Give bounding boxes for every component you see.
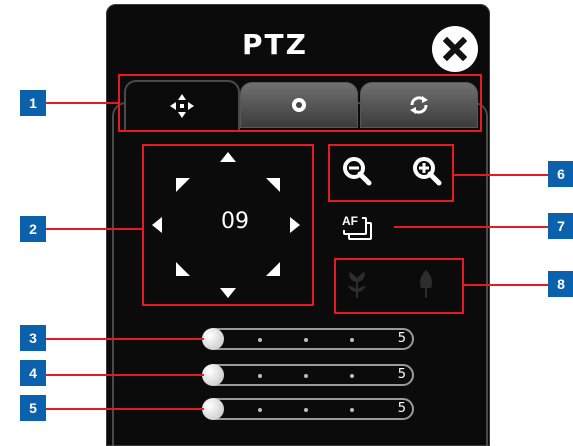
leader-line-2 bbox=[46, 228, 142, 230]
autofocus-button[interactable]: AF bbox=[338, 212, 378, 242]
speed-slider-3[interactable]: 5 bbox=[202, 398, 414, 420]
close-icon bbox=[443, 37, 467, 61]
slider-value: 5 bbox=[397, 331, 406, 346]
leader-line-3 bbox=[46, 338, 204, 340]
callout-badge-5: 5 bbox=[20, 395, 46, 421]
callout-badge-6: 6 bbox=[548, 161, 573, 187]
callout-badge-4: 4 bbox=[20, 360, 46, 386]
speed-slider-2[interactable]: 5 bbox=[202, 364, 414, 386]
slider-tick bbox=[350, 408, 354, 412]
slider-tick bbox=[258, 408, 262, 412]
leader-line-6 bbox=[454, 174, 548, 176]
panel-title: PTZ bbox=[242, 28, 308, 61]
callout-box-zoom bbox=[328, 144, 454, 202]
callout-box-focus bbox=[334, 258, 464, 314]
callout-badge-2: 2 bbox=[20, 216, 46, 242]
close-button[interactable] bbox=[432, 26, 478, 72]
slider-value: 5 bbox=[397, 401, 406, 416]
callout-badge-1: 1 bbox=[20, 90, 46, 116]
slider-knob[interactable] bbox=[202, 398, 224, 420]
callout-badge-8: 8 bbox=[548, 271, 573, 297]
slider-knob[interactable] bbox=[202, 364, 224, 386]
slider-tick bbox=[258, 374, 262, 378]
speed-slider-1[interactable]: 5 bbox=[202, 328, 414, 350]
leader-line-8 bbox=[464, 284, 548, 286]
leader-line-5 bbox=[46, 408, 204, 410]
slider-tick bbox=[304, 338, 308, 342]
callout-badge-7: 7 bbox=[548, 213, 573, 239]
slider-tick bbox=[350, 374, 354, 378]
slider-knob[interactable] bbox=[202, 328, 224, 350]
leader-line-4 bbox=[46, 374, 204, 376]
callout-badge-3: 3 bbox=[20, 325, 46, 351]
af-label: AF bbox=[338, 212, 362, 230]
slider-tick bbox=[304, 408, 308, 412]
slider-value: 5 bbox=[397, 367, 406, 382]
leader-line-7 bbox=[394, 226, 548, 228]
slider-tick bbox=[350, 338, 354, 342]
slider-tick bbox=[258, 338, 262, 342]
callout-box-tabs bbox=[118, 74, 482, 132]
leader-line-1 bbox=[46, 102, 118, 104]
callout-box-direction-pad bbox=[142, 144, 314, 306]
slider-tick bbox=[304, 374, 308, 378]
